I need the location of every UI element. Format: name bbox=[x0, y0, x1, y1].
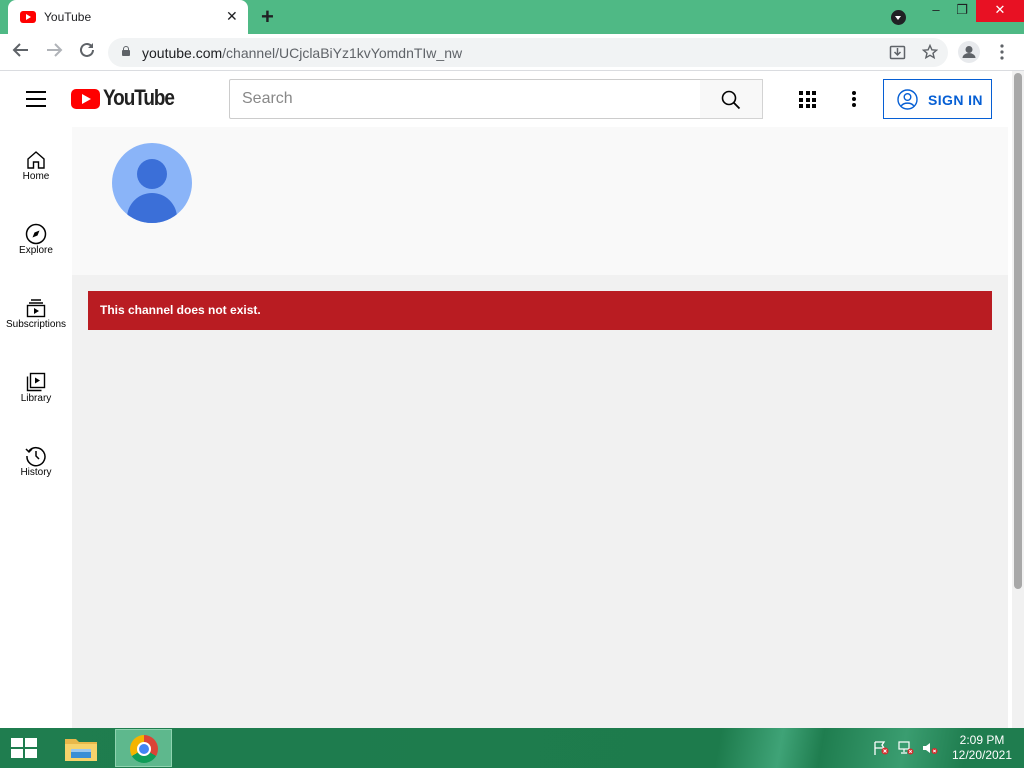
guide-label: Home bbox=[22, 171, 50, 182]
subscriptions-icon bbox=[25, 297, 47, 319]
guide-item-history[interactable]: History bbox=[0, 423, 72, 497]
back-arrow-icon[interactable] bbox=[12, 41, 30, 64]
network-icon[interactable] bbox=[898, 741, 914, 755]
search-icon bbox=[721, 90, 741, 115]
youtube-page: YouTube Search SIGN IN Home Explore Subs… bbox=[0, 71, 1012, 728]
sign-in-label: SIGN IN bbox=[928, 92, 983, 108]
address-bar[interactable]: youtube.com/channel/UCjclaBiYz1kvYomdnTI… bbox=[108, 38, 948, 67]
guide-item-home[interactable]: Home bbox=[0, 127, 72, 201]
history-icon bbox=[25, 445, 47, 467]
tab-title: YouTube bbox=[44, 10, 92, 24]
guide-item-library[interactable]: Library bbox=[0, 349, 72, 423]
chrome-taskbar-button[interactable] bbox=[115, 729, 172, 767]
guide-sidebar: Home Explore Subscriptions Library Histo… bbox=[0, 127, 72, 728]
guide-item-subscriptions[interactable]: Subscriptions bbox=[0, 275, 72, 349]
apps-grid-icon[interactable] bbox=[799, 91, 816, 108]
masthead: YouTube Search SIGN IN bbox=[0, 71, 1012, 127]
file-explorer-icon[interactable] bbox=[64, 735, 98, 762]
channel-content: This channel does not exist. bbox=[72, 127, 1008, 728]
page-scrollbar[interactable] bbox=[1012, 71, 1024, 728]
clock-date: 12/20/2021 bbox=[951, 748, 1013, 762]
windows-taskbar: 2:09 PM 12/20/2021 bbox=[0, 728, 1024, 768]
reload-icon[interactable] bbox=[78, 41, 96, 64]
library-icon bbox=[25, 371, 47, 393]
error-message: This channel does not exist. bbox=[100, 303, 261, 317]
sign-in-button[interactable]: SIGN IN bbox=[883, 79, 992, 119]
error-banner: This channel does not exist. bbox=[88, 291, 992, 330]
guide-label: History bbox=[20, 467, 52, 478]
channel-header bbox=[72, 127, 1008, 275]
install-app-icon[interactable] bbox=[889, 44, 906, 66]
taskbar-clock[interactable]: 2:09 PM 12/20/2021 bbox=[950, 733, 1014, 763]
action-center-flag-icon[interactable] bbox=[873, 741, 889, 755]
bookmark-star-icon[interactable] bbox=[921, 43, 939, 65]
clock-time: 2:09 PM bbox=[959, 733, 1005, 747]
profile-avatar-icon[interactable] bbox=[958, 41, 980, 68]
guide-label: Explore bbox=[19, 245, 53, 256]
new-tab-button[interactable]: + bbox=[261, 4, 274, 30]
settings-more-icon[interactable] bbox=[852, 91, 856, 107]
lock-icon[interactable] bbox=[122, 46, 130, 56]
guide-item-explore[interactable]: Explore bbox=[0, 201, 72, 275]
volume-muted-icon[interactable] bbox=[922, 741, 938, 755]
search-placeholder: Search bbox=[242, 90, 293, 107]
channel-avatar-icon bbox=[112, 143, 192, 223]
search-input[interactable]: Search bbox=[229, 79, 701, 119]
guide-label: Subscriptions bbox=[5, 319, 67, 330]
windows-start-icon[interactable] bbox=[11, 738, 38, 759]
youtube-logo-text[interactable]: YouTube bbox=[103, 85, 175, 111]
youtube-favicon-icon bbox=[20, 11, 36, 23]
home-icon bbox=[25, 149, 47, 171]
browser-toolbar: youtube.com/channel/UCjclaBiYz1kvYomdnTI… bbox=[0, 34, 1024, 71]
chrome-icon bbox=[130, 735, 158, 763]
browser-tab-strip: YouTube ✕ + – ❐ ✕ bbox=[0, 0, 1024, 34]
guide-label: Library bbox=[20, 393, 52, 404]
forward-arrow-icon[interactable] bbox=[45, 41, 63, 64]
scrollbar-thumb[interactable] bbox=[1014, 73, 1022, 589]
browser-menu-icon[interactable] bbox=[1000, 44, 1004, 65]
window-close-button[interactable]: ✕ bbox=[976, 0, 1024, 22]
youtube-logo-icon[interactable] bbox=[71, 89, 100, 109]
tab-close-icon[interactable]: ✕ bbox=[226, 8, 238, 25]
compass-icon bbox=[25, 223, 47, 245]
restore-button[interactable]: ❐ bbox=[946, 0, 978, 22]
account-circle-icon bbox=[897, 89, 918, 113]
tab-search-icon[interactable] bbox=[891, 10, 906, 25]
url-text: youtube.com/channel/UCjclaBiYz1kvYomdnTI… bbox=[142, 45, 463, 61]
browser-tab[interactable]: YouTube ✕ bbox=[8, 0, 248, 34]
hamburger-menu-icon[interactable] bbox=[26, 91, 46, 107]
search-button[interactable] bbox=[700, 79, 763, 119]
